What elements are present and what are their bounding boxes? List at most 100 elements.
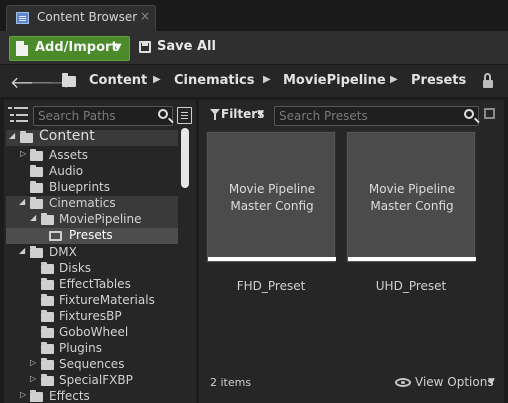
tree-scrollbar[interactable] (181, 128, 189, 188)
chevron-down-icon: ▼ (257, 109, 264, 119)
save-icon (139, 41, 151, 53)
tree-item-dmx[interactable]: ◢ DMX (6, 245, 178, 261)
new-document-icon (16, 41, 28, 56)
tab-bar: Content Browser × (0, 0, 508, 31)
tab-title: Content Browser (37, 10, 138, 24)
collapsed-arrow-icon[interactable]: ▷ (30, 374, 36, 383)
folder-icon (30, 165, 43, 177)
breadcrumb-separator[interactable]: ▶ (153, 74, 161, 85)
item-count: 2 items (210, 376, 252, 389)
folder-icon (41, 278, 54, 290)
tree-item-specialfxbp[interactable]: ▷ SpecialFXBP (6, 373, 178, 389)
expanded-arrow-icon[interactable]: ◢ (30, 213, 36, 222)
add-import-label: Add/Import (35, 40, 118, 55)
asset-tile-uhd-preset[interactable]: Movie Pipeline Master Config (347, 132, 476, 262)
tree-item-content[interactable]: ◢ Content (6, 128, 178, 146)
search-presets-input[interactable]: Search Presets (274, 106, 479, 126)
tree-item-label: EffectTables (59, 277, 131, 291)
tree-item-cinematics[interactable]: ◢ Cinematics (6, 196, 178, 212)
folder-icon (30, 246, 43, 258)
search-paths-input[interactable]: Search Paths (33, 106, 173, 126)
asset-name[interactable]: FHD_Preset (207, 279, 335, 293)
tree-item-plugins[interactable]: Plugins (6, 341, 178, 357)
tree-item-fixturesbp[interactable]: FixturesBP (6, 309, 178, 325)
expanded-arrow-icon[interactable]: ◢ (19, 197, 25, 206)
folder-open-icon (20, 131, 33, 143)
lock-icon[interactable] (482, 73, 494, 89)
tree-toggle-icon[interactable] (8, 106, 28, 124)
tree-item-moviepipeline[interactable]: ◢ MoviePipeline (6, 212, 178, 228)
tree-item-label: Sequences (59, 357, 125, 371)
filter-icon (210, 109, 220, 120)
tab-content-browser[interactable]: Content Browser × (6, 5, 156, 31)
filters-button[interactable]: Filters ▼ (208, 106, 268, 124)
folder-open-icon (30, 197, 43, 209)
folder-open-icon (49, 231, 62, 241)
save-all-label: Save All (157, 39, 216, 54)
collapsed-arrow-icon[interactable]: ▷ (20, 390, 26, 399)
close-icon[interactable]: × (140, 9, 150, 23)
asset-type-bar (208, 257, 336, 261)
asset-thumbnail-label: Movie Pipeline Master Config (368, 182, 456, 213)
tree-item-label: Disks (59, 261, 92, 275)
search-presets-placeholder: Search Presets (279, 109, 368, 123)
folder-icon (41, 358, 54, 370)
asset-name[interactable]: UHD_Preset (347, 279, 475, 293)
path-view-options-icon[interactable] (177, 107, 192, 124)
tree-item-label: Audio (49, 164, 84, 178)
collapsed-arrow-icon[interactable]: ▷ (30, 358, 36, 367)
view-options-button[interactable]: View Options ▼ (394, 375, 498, 391)
tree-item-label: Content (39, 128, 95, 144)
chevron-down-icon: ▼ (488, 377, 495, 387)
tree-item-presets[interactable]: Presets (6, 228, 178, 244)
tree-item-label: Plugins (59, 341, 102, 355)
tree-item-label: DMX (49, 245, 77, 259)
folder-icon (30, 149, 43, 161)
tree-item-label: Assets (49, 148, 89, 162)
folder-icon (41, 294, 54, 306)
view-options-label: View Options (415, 375, 494, 389)
content-browser-icon (16, 12, 29, 24)
folder-icon (41, 326, 54, 338)
search-paths-placeholder: Search Paths (38, 109, 116, 123)
chevron-down-icon: ▼ (114, 42, 122, 53)
folder-icon (41, 342, 54, 354)
expanded-arrow-icon[interactable]: ◢ (19, 246, 25, 255)
tree-item-gobowheel[interactable]: GoboWheel (6, 325, 178, 341)
asset-thumbnail-label: Movie Pipeline Master Config (228, 182, 316, 213)
add-import-button[interactable]: Add/Import ▼ (9, 36, 130, 61)
breadcrumb-separator[interactable]: ▶ (390, 74, 398, 85)
save-all-button[interactable]: Save All (137, 36, 217, 61)
breadcrumb-presets[interactable]: Presets (411, 73, 466, 88)
search-icon (158, 109, 168, 119)
breadcrumb-bar: 🡐 🡒 Content ▶ Cinematics ▶ MoviePipeline… (0, 64, 508, 98)
asset-tile-fhd-preset[interactable]: Movie Pipeline Master Config (207, 132, 336, 262)
tree-item-label: Effects (49, 389, 90, 403)
folder-icon (41, 374, 54, 386)
breadcrumb-content[interactable]: Content (89, 73, 147, 88)
tree-item-sequences[interactable]: ▷ Sequences (6, 357, 178, 373)
folder-icon (41, 310, 54, 322)
tree-item-label: MoviePipeline (59, 212, 142, 226)
tree-item-label: GoboWheel (59, 325, 129, 339)
folder-icon (30, 390, 43, 402)
tree-item-label: FixtureMaterials (59, 293, 155, 307)
tree-item-assets[interactable]: ▷ Assets (6, 148, 178, 164)
tree-item-blueprints[interactable]: Blueprints (6, 180, 178, 196)
tree-item-label: Blueprints (49, 180, 111, 194)
tree-item-fixturematerials[interactable]: FixtureMaterials (6, 293, 178, 309)
search-icon (464, 109, 474, 119)
tree-item-effects[interactable]: ▷ Effects (6, 389, 178, 403)
tree-item-audio[interactable]: Audio (6, 164, 178, 180)
expanded-arrow-icon[interactable]: ◢ (9, 131, 15, 140)
tree-item-label: Presets (69, 228, 113, 242)
breadcrumb-cinematics[interactable]: Cinematics (174, 73, 255, 88)
tree-item-disks[interactable]: Disks (6, 261, 178, 277)
folder-icon (30, 181, 43, 193)
save-search-icon[interactable] (484, 108, 495, 119)
breadcrumb-moviepipeline[interactable]: MoviePipeline (283, 73, 386, 88)
tree-item-effecttables[interactable]: EffectTables (6, 277, 178, 293)
breadcrumb-separator[interactable]: ▶ (263, 74, 271, 85)
collapsed-arrow-icon[interactable]: ▷ (20, 149, 26, 158)
folder-open-icon (41, 213, 54, 225)
